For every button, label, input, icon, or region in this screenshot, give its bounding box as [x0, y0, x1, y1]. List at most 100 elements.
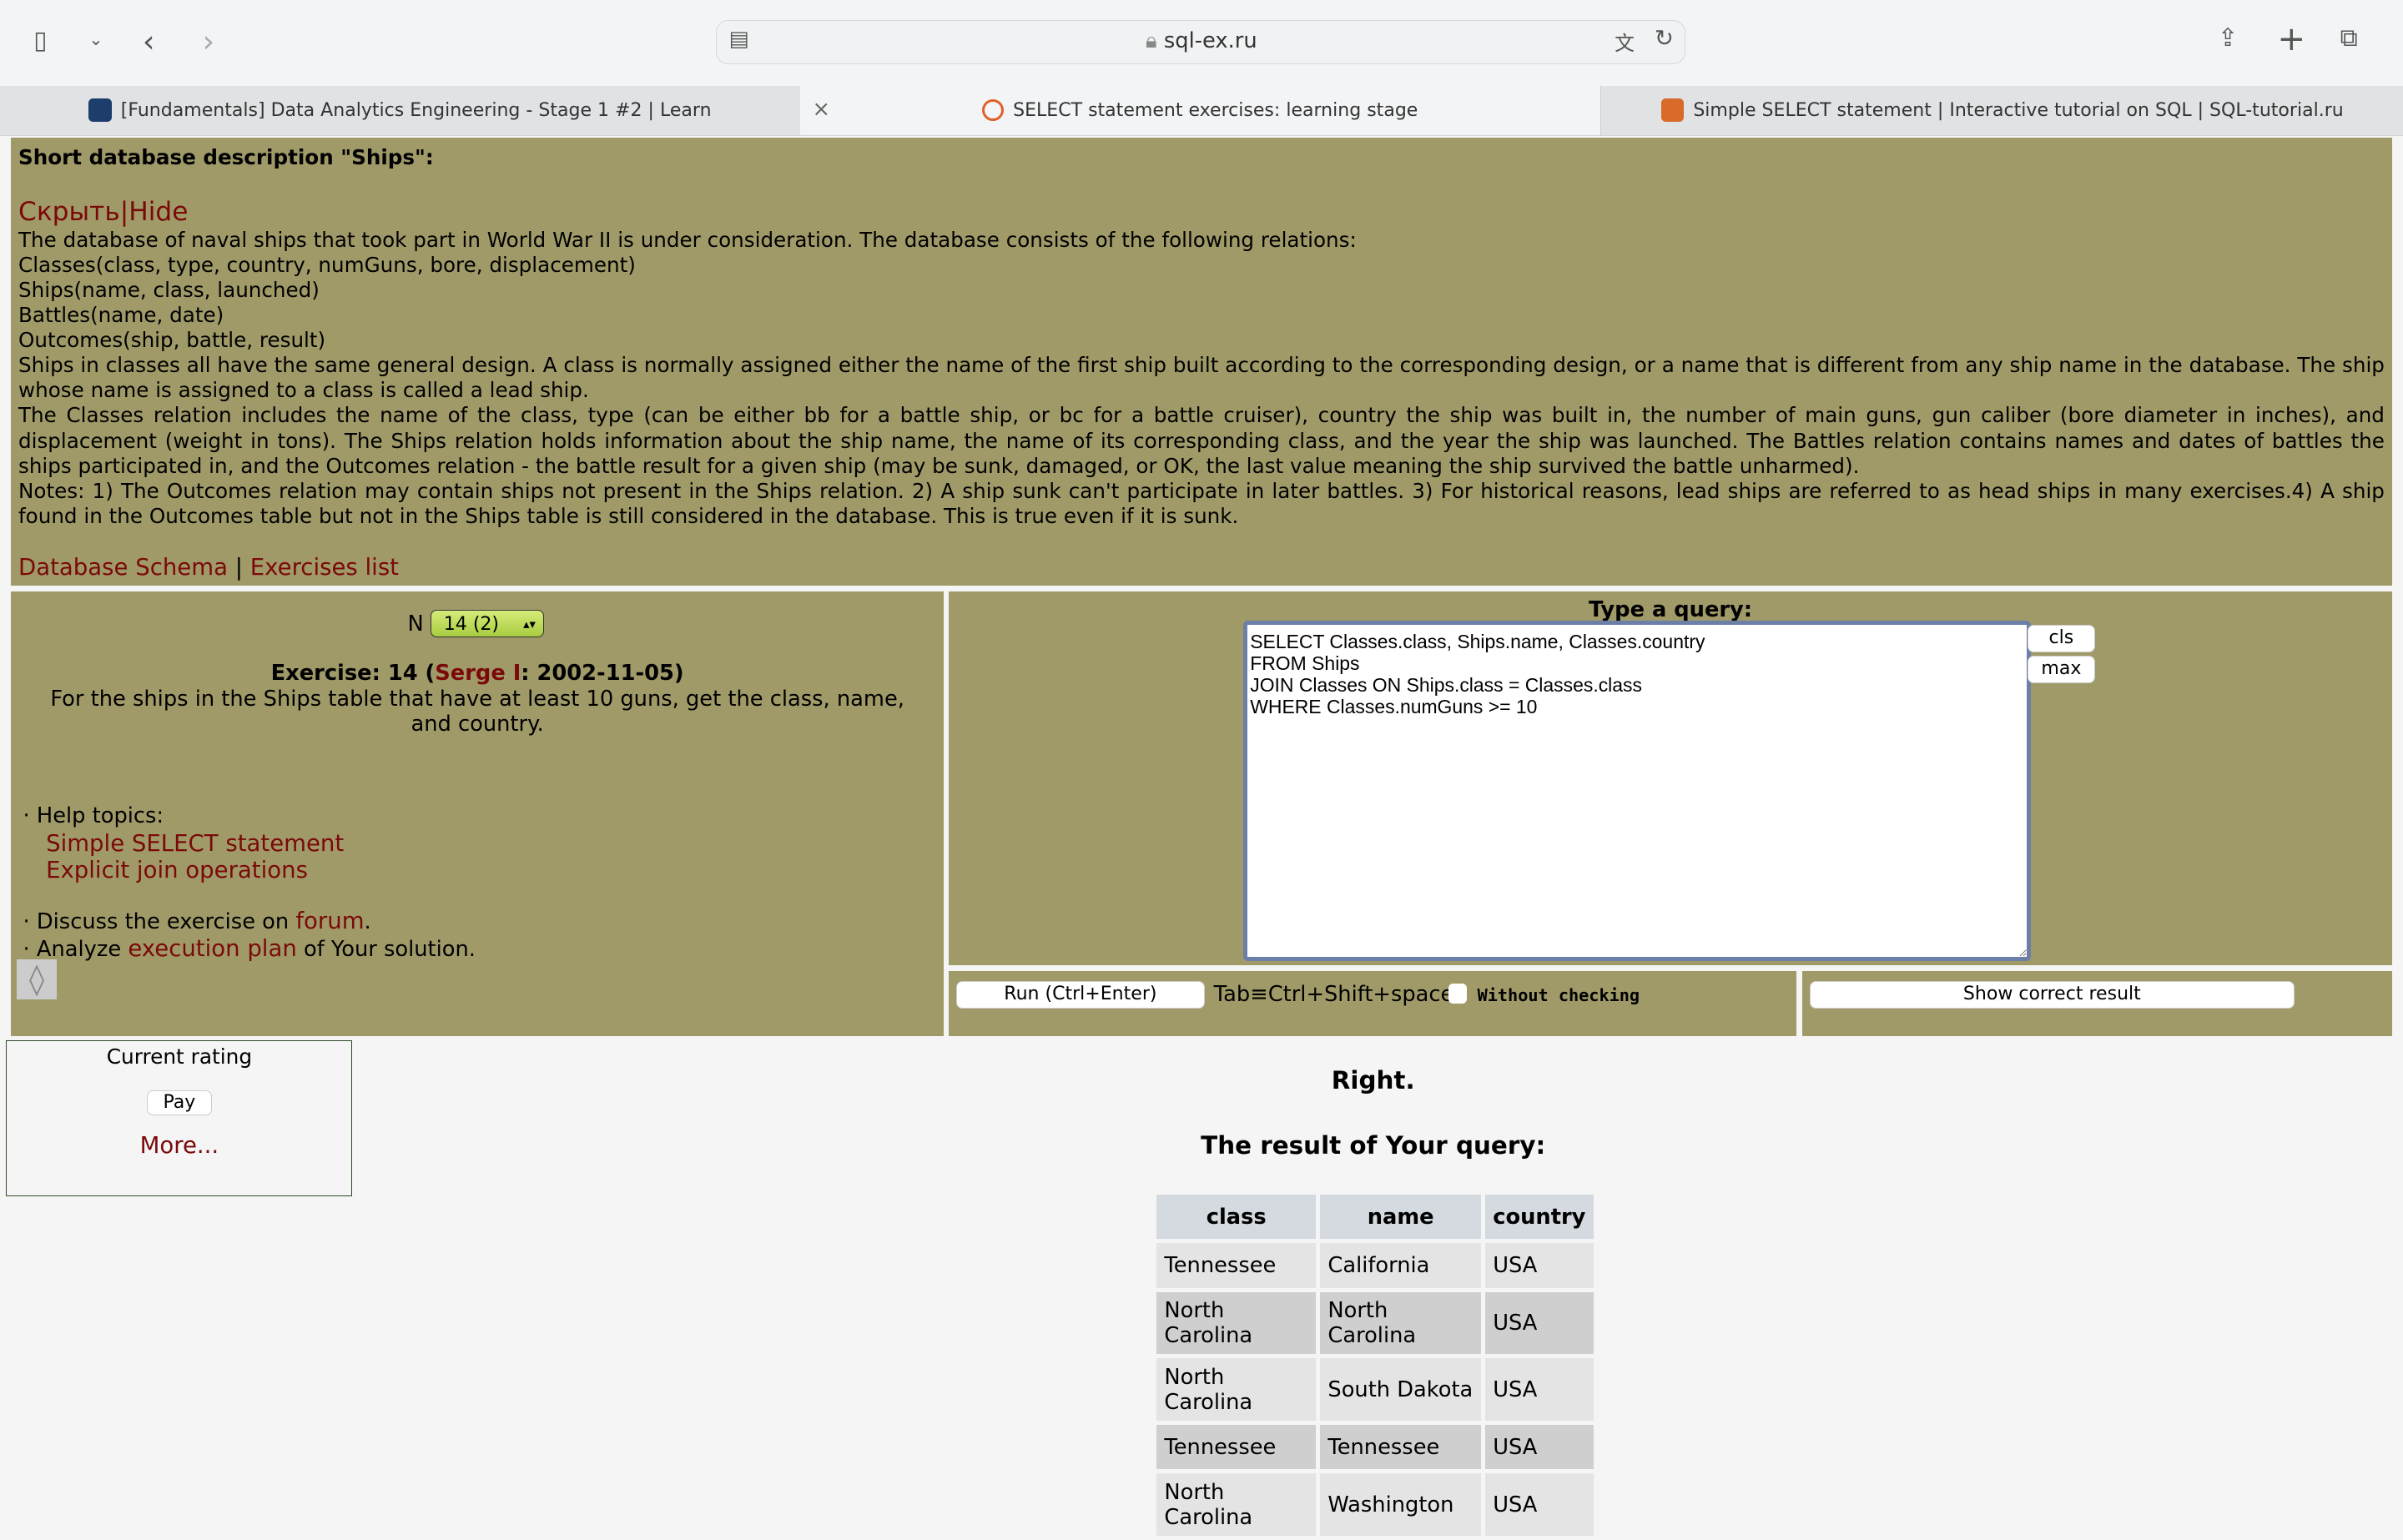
stepper-arrows-icon: ▴▾	[523, 617, 536, 632]
cell: California	[1320, 1243, 1482, 1288]
column-header: country	[1485, 1195, 1594, 1240]
discuss-text: Discuss the exercise on	[36, 909, 296, 935]
cell: Tennessee	[1156, 1243, 1317, 1288]
cell: North Carolina	[1156, 1358, 1317, 1421]
database-description: Short database description "Ships": Скры…	[10, 138, 2393, 586]
exercise-number-select[interactable]: 14 (2) ▴▾	[431, 610, 544, 638]
exercise-heading: Exercise: 14 (	[270, 660, 436, 686]
selected-value: 14 (2)	[443, 614, 500, 635]
table-row: North Carolina South Dakota USA	[1156, 1358, 1594, 1421]
cell: Tennessee	[1320, 1425, 1482, 1470]
info-diamond-icon[interactable]: ◊	[17, 959, 57, 999]
lock-icon: 🔒︎	[1146, 28, 1157, 54]
cell: South Dakota	[1320, 1358, 1482, 1421]
pay-button[interactable]: Pay	[147, 1090, 212, 1116]
exercise-panel: N 14 (2) ▴▾ Exercise: 14 (Serge I: 2002-1…	[10, 591, 945, 1036]
tab-sql-tutorial[interactable]: Simple SELECT statement | Interactive tu…	[1599, 85, 2403, 135]
database-schema-link[interactable]: Database Schema	[18, 554, 228, 581]
tab-label: Simple SELECT statement | Interactive tu…	[1693, 99, 2344, 121]
forward-icon[interactable]: ›	[202, 23, 214, 59]
exercise-text: For the ships in the Ships table that ha…	[50, 686, 904, 737]
exercises-list-link[interactable]: Exercises list	[250, 554, 399, 581]
tab-learn[interactable]: [Fundamentals] Data Analytics Engineerin…	[0, 86, 800, 135]
more-link[interactable]: More...	[140, 1132, 219, 1159]
description-notes: Notes: 1) The Outcomes relation may cont…	[18, 478, 2385, 528]
run-button[interactable]: Run (Ctrl+Enter)	[956, 980, 1205, 1009]
execution-plan-link[interactable]: execution plan	[128, 935, 296, 962]
analyze-suffix: of Your solution.	[296, 937, 476, 963]
separator: |	[234, 554, 244, 581]
cell: USA	[1485, 1473, 1594, 1536]
tab-label: SELECT statement exercises: learning sta…	[1013, 99, 1418, 121]
help-link-explicit-join[interactable]: Explicit join operations	[46, 857, 308, 883]
table-row: North Carolina Washington USA	[1156, 1473, 1594, 1536]
learn-favicon	[88, 98, 112, 122]
without-checking-label: Without checking	[1477, 985, 1640, 1005]
description-title: Short database description "Ships":	[18, 145, 434, 170]
tab-overview-icon[interactable]: ⧉	[2340, 23, 2358, 53]
query-textarea[interactable]	[1242, 620, 2031, 961]
table-row: North Carolina North Carolina USA	[1156, 1291, 1594, 1355]
page-menu-icon[interactable]: ▤	[728, 27, 748, 52]
column-header: name	[1320, 1195, 1482, 1240]
reload-icon[interactable]: ↻	[1655, 25, 1674, 52]
chevron-down-icon[interactable]: ⌄	[89, 29, 103, 49]
description-text: The Classes relation includes the name o…	[18, 403, 2385, 478]
period: .	[364, 909, 371, 935]
back-icon[interactable]: ‹	[143, 23, 155, 59]
n-label: N	[407, 611, 424, 637]
without-checking-checkbox[interactable]	[1448, 984, 1467, 1004]
description-text: The database of naval ships that took pa…	[18, 227, 1357, 252]
table-row: Tennessee California USA	[1156, 1243, 1594, 1288]
help-link-simple-select[interactable]: Simple SELECT statement	[46, 830, 344, 857]
hide-toggle-link[interactable]: Скрыть|Hide	[18, 197, 2385, 228]
table-row: Tennessee Tennessee USA	[1156, 1425, 1594, 1470]
author-link[interactable]: Serge I	[435, 661, 521, 686]
cell: North Carolina	[1156, 1291, 1317, 1355]
correct-result-panel: Show correct result	[1801, 971, 2393, 1036]
help-topics-label: Help topics:	[36, 803, 164, 829]
table-header-row: class name country	[1156, 1195, 1594, 1240]
cell: Tennessee	[1156, 1425, 1317, 1470]
cell: USA	[1485, 1425, 1594, 1470]
relation-battles: Battles(name, date)	[18, 302, 224, 327]
rating-title: Current rating	[106, 1044, 253, 1069]
show-correct-result-button[interactable]: Show correct result	[1810, 980, 2295, 1009]
exercise-date: : 2002-11-05)	[521, 660, 684, 686]
result-table: class name country Tennessee California US…	[1152, 1190, 1597, 1540]
cell: North Carolina	[1320, 1291, 1482, 1355]
close-tab-icon[interactable]: ×	[812, 97, 830, 122]
tab-sql-ex[interactable]: × SELECT statement exercises: learning st…	[799, 85, 1600, 135]
tab-label: [Fundamentals] Data Analytics Engineerin…	[120, 99, 712, 121]
new-tab-icon[interactable]: +	[2277, 18, 2305, 58]
query-label: Type a query:	[1588, 597, 1753, 623]
result-table-wrap: class name country Tennessee California US…	[1152, 1190, 1597, 1540]
forum-link[interactable]: forum	[295, 908, 364, 934]
browser-toolbar: ▯ ⌄ ‹ › ▤ 🔒︎ sql-ex.ru 文 ↻ ⇪ + ⧉	[0, 0, 2403, 86]
max-button[interactable]: max	[2027, 656, 2095, 684]
address-bar[interactable]: ▤ 🔒︎ sql-ex.ru 文 ↻	[715, 19, 1686, 65]
cell: North Carolina	[1156, 1473, 1317, 1536]
result-status: Right.	[1331, 1066, 1415, 1095]
result-title: The result of Your query:	[1201, 1130, 1546, 1160]
relation-ships: Ships(name, class, launched)	[18, 277, 320, 302]
sidebar-toggle-icon[interactable]: ▯	[33, 26, 47, 54]
cell: USA	[1485, 1291, 1594, 1355]
run-controls: Run (Ctrl+Enter) Tab≡Ctrl+Shift+space Wi…	[948, 971, 1796, 1036]
description-text: Ships in classes all have the same gener…	[18, 353, 2385, 403]
cell: USA	[1485, 1358, 1594, 1421]
sql-ex-favicon	[981, 99, 1005, 122]
relation-classes: Classes(class, type, country, numGuns, b…	[18, 252, 636, 277]
rating-box: Current rating Pay More...	[6, 1040, 353, 1197]
url-text: sql-ex.ru	[1163, 28, 1257, 54]
cell: USA	[1485, 1243, 1594, 1288]
tab-hint: Tab≡Ctrl+Shift+space	[1213, 982, 1454, 1008]
translate-icon[interactable]: 文	[1615, 27, 1635, 56]
cell: Washington	[1320, 1473, 1482, 1536]
cls-button[interactable]: cls	[2027, 625, 2095, 653]
query-panel: Type a query: cls max	[948, 591, 2393, 966]
tab-bar: [Fundamentals] Data Analytics Engineerin…	[0, 85, 2403, 136]
column-header: class	[1156, 1195, 1317, 1240]
share-icon[interactable]: ⇪	[2218, 23, 2239, 52]
relation-outcomes: Outcomes(ship, battle, result)	[18, 328, 326, 353]
